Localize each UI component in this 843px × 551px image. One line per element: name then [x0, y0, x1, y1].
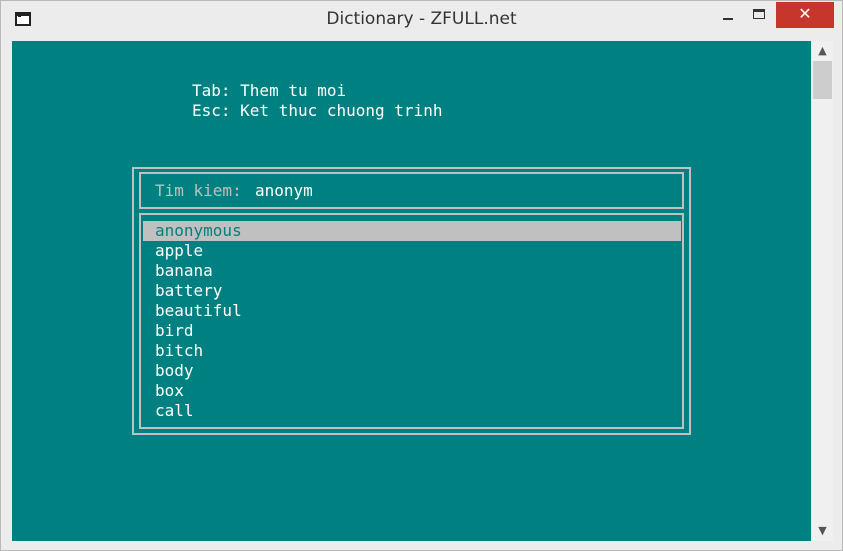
scrollbar-thumb[interactable]	[813, 61, 832, 99]
maximize-button[interactable]	[745, 2, 773, 30]
title-bar[interactable]: Dictionary - ZFULL.net ✕	[1, 1, 842, 40]
list-item[interactable]: body	[143, 361, 681, 381]
list-item[interactable]: battery	[143, 281, 681, 301]
scroll-down-icon[interactable]: ▼	[812, 521, 833, 541]
scroll-up-icon[interactable]: ▲	[812, 41, 833, 61]
list-item[interactable]: banana	[143, 261, 681, 281]
console-window: Dictionary - ZFULL.net ✕ Tab: Them tu mo…	[0, 0, 843, 551]
minimize-button[interactable]	[714, 2, 742, 30]
minimize-icon	[723, 18, 733, 20]
list-item[interactable]: box	[143, 381, 681, 401]
console-area[interactable]: Tab: Them tu moi Esc: Ket thuc chuong tr…	[12, 41, 811, 541]
search-box[interactable]: Tim kiem: anonym	[139, 172, 684, 209]
search-label: Tim kiem:	[155, 181, 242, 200]
list-item[interactable]: call	[143, 401, 681, 421]
list-item[interactable]: apple	[143, 241, 681, 261]
list-item[interactable]: bitch	[143, 341, 681, 361]
hint-exit: Esc: Ket thuc chuong trinh	[192, 101, 443, 120]
vertical-scrollbar[interactable]: ▲ ▼	[812, 41, 833, 541]
hint-add-word: Tab: Them tu moi	[192, 81, 347, 100]
close-button[interactable]: ✕	[776, 2, 834, 28]
word-list: anonymous apple banana battery beautiful…	[139, 213, 684, 429]
list-item[interactable]: beautiful	[143, 301, 681, 321]
list-item[interactable]: bird	[143, 321, 681, 341]
close-icon: ✕	[798, 4, 812, 23]
search-input[interactable]: anonym	[255, 181, 313, 201]
list-item-selected[interactable]: anonymous	[143, 221, 681, 241]
maximize-icon	[753, 9, 765, 19]
